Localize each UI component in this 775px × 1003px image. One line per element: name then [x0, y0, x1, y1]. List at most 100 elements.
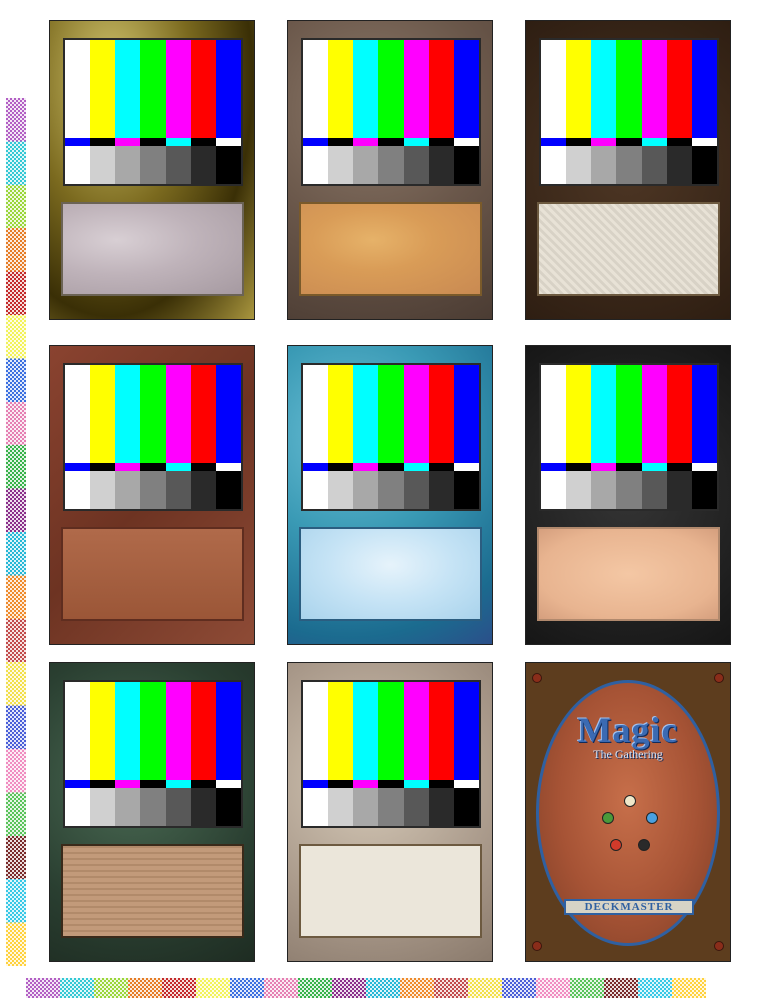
- gray-step-bar: [591, 471, 617, 509]
- gray-step-bar: [190, 146, 216, 184]
- castellation-bar: [90, 138, 116, 146]
- castellation-bar: [378, 138, 404, 146]
- color-bar: [691, 40, 717, 138]
- castellation-bar: [378, 463, 404, 471]
- castellation-bar: [453, 780, 479, 788]
- castellation-bar: [328, 463, 354, 471]
- gray-step-bar: [453, 471, 479, 509]
- gathering-subtitle: The Gathering: [593, 747, 663, 761]
- color-bar: [453, 40, 479, 138]
- castellation-bar: [328, 138, 354, 146]
- color-bar: [90, 365, 116, 463]
- gray-step-bar: [140, 471, 166, 509]
- castellation-bar: [353, 463, 379, 471]
- color-bar: [303, 40, 329, 138]
- gray-step-bar: [378, 146, 404, 184]
- castellation-bar: [641, 138, 667, 146]
- color-bar: [541, 365, 567, 463]
- castellation-bar: [428, 463, 454, 471]
- color-bar: [566, 40, 592, 138]
- card-green-frame: [49, 662, 255, 962]
- gray-step-bar: [641, 146, 667, 184]
- gray-step-bar: [303, 471, 329, 509]
- castellation-bar: [641, 463, 667, 471]
- castellation-bar: [303, 780, 329, 788]
- castellation-bar: [215, 780, 241, 788]
- castellation-bar: [453, 138, 479, 146]
- color-bar: [115, 365, 141, 463]
- castellation-bar: [428, 780, 454, 788]
- gray-step-bar: [428, 471, 454, 509]
- corner-gem-icon: [714, 673, 724, 683]
- castellation-bar: [566, 138, 592, 146]
- gray-step-bar: [666, 146, 692, 184]
- card-black-frame: [525, 345, 731, 645]
- color-bar: [328, 40, 354, 138]
- corner-gem-icon: [532, 941, 542, 951]
- gray-step-bar: [165, 788, 191, 826]
- green-mana-icon: [602, 812, 614, 824]
- color-bar: [90, 40, 116, 138]
- castellation-bar: [215, 138, 241, 146]
- white-mana-icon: [624, 795, 636, 807]
- gray-step-bar: [190, 471, 216, 509]
- color-bar: [428, 365, 454, 463]
- color-bar: [190, 40, 216, 138]
- test-pattern-art: [63, 363, 243, 511]
- text-box: [61, 844, 244, 938]
- castellation-bar: [65, 780, 91, 788]
- gray-step-bar: [328, 146, 354, 184]
- gray-step-bar: [353, 471, 379, 509]
- gray-step-bar: [303, 788, 329, 826]
- color-bar: [165, 365, 191, 463]
- text-box: [299, 844, 482, 938]
- color-bar: [591, 365, 617, 463]
- castellation-bar: [165, 780, 191, 788]
- gray-step-bar: [691, 146, 717, 184]
- gray-step-bar: [115, 471, 141, 509]
- gray-step-bar: [378, 788, 404, 826]
- gray-step-bar: [65, 471, 91, 509]
- gray-step-bar: [215, 471, 241, 509]
- test-pattern-art: [301, 38, 481, 186]
- color-bar: [378, 682, 404, 780]
- castellation-bar: [403, 780, 429, 788]
- color-bar: [403, 365, 429, 463]
- blue-mana-icon: [646, 812, 658, 824]
- color-bar: [616, 40, 642, 138]
- color-bar: [403, 682, 429, 780]
- gray-step-bar: [165, 471, 191, 509]
- gray-step-bar: [140, 146, 166, 184]
- corner-gem-icon: [714, 941, 724, 951]
- castellation-bar: [115, 780, 141, 788]
- card-blue-frame: [287, 345, 493, 645]
- color-bar: [453, 682, 479, 780]
- color-bar: [190, 365, 216, 463]
- gray-step-bar: [591, 146, 617, 184]
- color-bar: [215, 40, 241, 138]
- color-bar: [453, 365, 479, 463]
- castellation-bar: [65, 463, 91, 471]
- castellation-bar: [140, 138, 166, 146]
- gray-step-bar: [215, 146, 241, 184]
- color-bar: [303, 682, 329, 780]
- gray-step-bar: [641, 471, 667, 509]
- gray-step-bar: [65, 788, 91, 826]
- gray-step-bar: [541, 471, 567, 509]
- castellation-bar: [190, 463, 216, 471]
- black-mana-icon: [638, 839, 650, 851]
- text-box: [61, 202, 244, 296]
- color-bar: [353, 682, 379, 780]
- test-pattern-art: [301, 363, 481, 511]
- gray-step-bar: [115, 146, 141, 184]
- gray-step-bar: [115, 788, 141, 826]
- gray-step-bar: [303, 146, 329, 184]
- color-bar: [115, 40, 141, 138]
- color-bar: [403, 40, 429, 138]
- gray-step-bar: [353, 146, 379, 184]
- castellation-bar: [666, 138, 692, 146]
- text-box: [61, 527, 244, 621]
- magic-logo: Magic: [577, 710, 679, 750]
- castellation-bar: [190, 138, 216, 146]
- castellation-bar: [591, 463, 617, 471]
